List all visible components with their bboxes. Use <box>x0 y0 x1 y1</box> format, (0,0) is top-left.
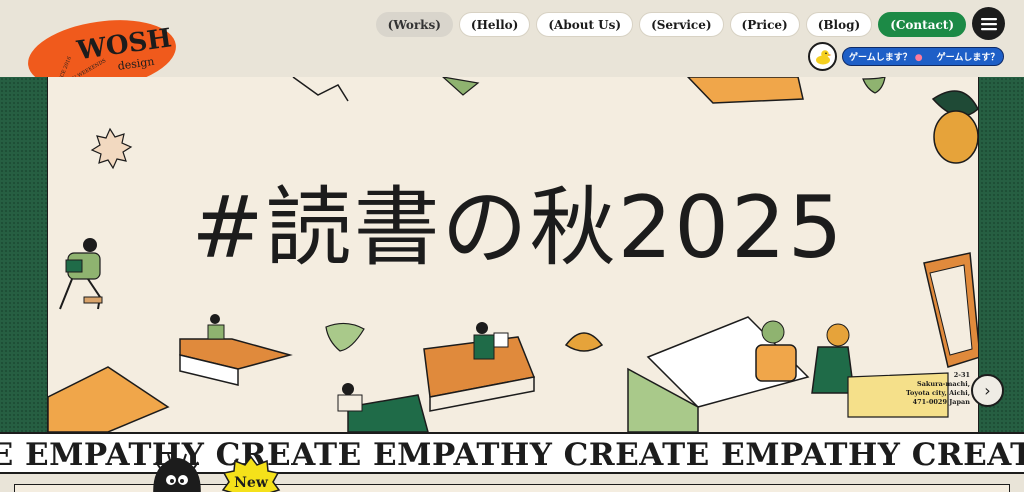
duck-game-button[interactable] <box>808 42 837 71</box>
slider-next-button[interactable]: › <box>971 374 1004 407</box>
hero-slide[interactable]: #読書の秋2025 2-31 Sakura-machi, Toyota city… <box>47 77 979 432</box>
mascot-icon <box>153 453 201 492</box>
nav-service[interactable]: (Service) <box>639 12 724 37</box>
address-line: 2-31 <box>953 371 970 379</box>
nav-about-us[interactable]: (About Us) <box>536 12 634 37</box>
hero-title: #読書の秋2025 <box>191 178 845 278</box>
nav-hello[interactable]: (Hello) <box>458 12 531 37</box>
main-nav: (Works) (Hello) (About Us) (Service) (Pr… <box>375 12 966 37</box>
address: 2-31 Sakura-machi, Toyota city, Aichi, 4… <box>890 371 970 407</box>
duck-icon <box>815 49 831 64</box>
menu-button[interactable] <box>972 7 1005 40</box>
game-marquee[interactable]: ゲームします？● ゲームします？● <box>842 47 1004 66</box>
nav-works[interactable]: (Works) <box>375 12 453 37</box>
nav-blog[interactable]: (Blog) <box>805 12 873 37</box>
address-line: Toyota city, Aichi, <box>905 389 970 397</box>
address-line: 471-0029 Japan <box>912 398 970 406</box>
page: WOSH design SINCE 2016 WORK ON WEEKENDS … <box>0 0 1024 492</box>
chevron-right-icon: › <box>984 381 991 400</box>
game-marquee-text: ゲームします？● <box>849 53 923 63</box>
nav-price[interactable]: (Price) <box>729 12 800 37</box>
new-badge: New <box>221 455 281 492</box>
game-marquee-text: ゲームします？● <box>936 53 1003 63</box>
new-badge-label: New <box>234 475 269 491</box>
address-line: Sakura-machi, <box>917 380 970 388</box>
hamburger-icon <box>980 17 997 30</box>
nav-contact[interactable]: (Contact) <box>878 12 966 37</box>
